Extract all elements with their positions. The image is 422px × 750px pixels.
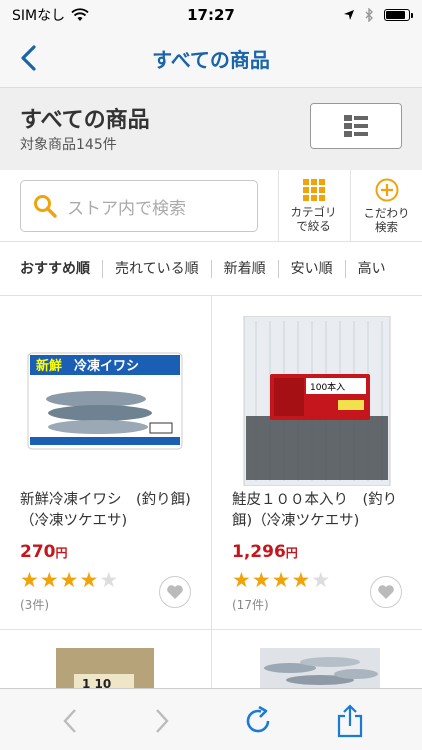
price-currency: 円 <box>285 546 298 560</box>
product-image-label: 100本入 <box>310 381 345 393</box>
detail-label-2: 検索 <box>375 220 398 234</box>
category-label-1: カテゴリ <box>290 205 337 219</box>
carrier-label: SIMなし <box>12 8 66 24</box>
price-value: 1,296 <box>232 542 286 562</box>
search-input[interactable]: ストア内で検索 <box>20 180 258 232</box>
product-price: 1,296円 <box>232 542 298 562</box>
salmon-skin-package-image: 100本入 <box>243 316 391 486</box>
chevron-left-icon <box>63 709 76 733</box>
sort-tab-expensive[interactable]: 高い <box>344 259 398 278</box>
product-card[interactable]: 100本入 鮭皮１００本入り (釣り餌)（冷凍ツケエサ) 1,296円 ★ ★ … <box>211 296 422 630</box>
browser-toolbar <box>0 688 422 750</box>
view-toggle <box>310 103 402 149</box>
star-icon: ★ <box>271 568 291 592</box>
favorite-button[interactable] <box>370 576 402 608</box>
sort-tab-recommended[interactable]: おすすめ順 <box>20 260 102 278</box>
rating-stars: ★ ★ ★ ★ ★ <box>232 570 330 591</box>
bluetooth-icon <box>365 8 373 22</box>
sardine-package-image: 新鮮 冷凍イワシ <box>27 352 183 450</box>
product-price: 270円 <box>20 542 68 562</box>
star-icon: ★ <box>251 568 271 592</box>
star-icon: ★ <box>99 568 119 592</box>
product-card[interactable]: 1 10 <box>0 630 211 694</box>
search-area: ストア内で検索 カテゴリ で絞る こだわり 検索 <box>0 170 422 242</box>
wifi-icon <box>71 8 89 21</box>
price-value: 270 <box>20 542 56 562</box>
nav-title: すべての商品 <box>152 48 270 72</box>
star-icon: ★ <box>311 568 331 592</box>
review-count: (3件) <box>20 598 49 612</box>
grid-dots-icon <box>302 179 325 201</box>
product-image: 100本入 <box>238 316 396 486</box>
heart-icon <box>167 585 183 599</box>
rating-stars: ★ ★ ★ ★ ★ <box>20 570 118 591</box>
detail-search-button[interactable]: こだわり 検索 <box>350 170 422 242</box>
detail-label-1: こだわり <box>363 206 410 220</box>
nav-bar: すべての商品 <box>0 30 422 88</box>
star-icon: ★ <box>232 568 251 592</box>
sort-tab-popular[interactable]: 売れている順 <box>102 259 211 278</box>
heart-icon <box>378 585 394 599</box>
chevron-left-icon <box>21 45 36 71</box>
browser-back-button[interactable] <box>50 701 90 741</box>
page-header: すべての商品 対象商品145件 <box>0 88 422 170</box>
location-arrow-icon <box>344 10 354 20</box>
list-view-button[interactable] <box>311 104 401 148</box>
list-icon <box>344 115 368 137</box>
favorite-button[interactable] <box>159 576 191 608</box>
status-bar: SIMなし 17:27 <box>0 0 422 30</box>
battery-icon <box>384 9 413 21</box>
price-currency: 円 <box>55 546 68 560</box>
star-icon: ★ <box>20 568 39 592</box>
item-count: 対象商品145件 <box>20 137 117 153</box>
product-image: 新鮮 冷凍イワシ <box>26 316 184 486</box>
sort-tabs: おすすめ順 売れている順 新着順 安い順 高い <box>0 242 422 296</box>
product-name[interactable]: 新鮮冷凍イワシ (釣り餌)（冷凍ツケエサ) <box>20 490 200 532</box>
product-card[interactable] <box>211 630 422 694</box>
page-title: すべての商品 <box>20 108 150 133</box>
star-icon: ★ <box>39 568 59 592</box>
product-image-label-1: 新鮮 <box>36 358 62 374</box>
product-image-label-2: 冷凍イワシ <box>74 358 139 374</box>
reload-button[interactable] <box>238 701 278 741</box>
reload-icon <box>246 706 270 733</box>
sort-tab-newest[interactable]: 新着順 <box>210 259 278 278</box>
category-label-2: で絞る <box>296 219 331 233</box>
plus-circle-icon <box>375 178 398 202</box>
category-filter-button[interactable]: カテゴリ で絞る <box>278 170 348 242</box>
review-count: (17件) <box>232 598 269 612</box>
star-icon: ★ <box>79 568 99 592</box>
share-button[interactable] <box>330 701 370 741</box>
product-name[interactable]: 鮭皮１００本入り (釣り餌)（冷凍ツケエサ) <box>232 490 412 532</box>
star-icon: ★ <box>59 568 79 592</box>
back-button[interactable] <box>10 40 46 76</box>
product-card[interactable]: 新鮮 冷凍イワシ 新鮮冷凍イワシ (釣り餌)（冷凍ツケエサ) 270円 ★ ★ … <box>0 296 211 630</box>
search-icon <box>34 195 57 218</box>
browser-forward-button[interactable] <box>142 701 182 741</box>
sort-tab-cheapest[interactable]: 安い順 <box>277 259 345 278</box>
chevron-right-icon <box>156 709 169 733</box>
star-icon: ★ <box>291 568 311 592</box>
search-placeholder: ストア内で検索 <box>67 198 186 219</box>
share-icon <box>337 704 363 738</box>
